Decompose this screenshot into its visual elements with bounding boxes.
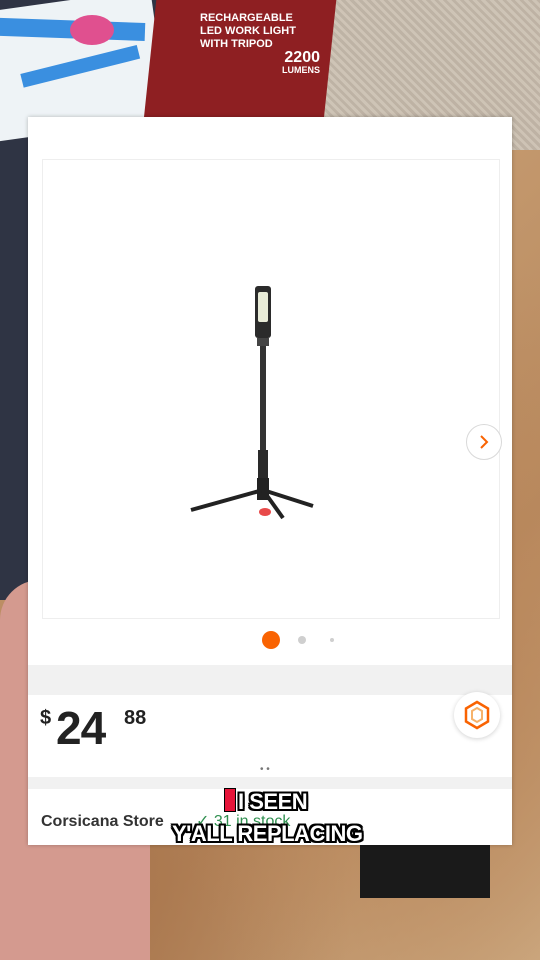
pink-object — [70, 15, 114, 45]
hexagon-icon — [464, 700, 490, 730]
poster-stripe — [20, 44, 141, 88]
price-currency: $ — [40, 707, 52, 729]
product-page-screenshot: $ 24 88 • • Corsicana Store ✓ 31 in stoc… — [28, 117, 512, 845]
caption-line-2: Y'ALL REPLACING — [172, 821, 363, 846]
chevron-right-icon — [480, 435, 489, 449]
caption-line-1: I SEEN — [224, 788, 308, 815]
product-image — [190, 286, 314, 520]
carousel-dot-active[interactable] — [262, 631, 280, 649]
box-label-line: RECHARGEABLE — [200, 12, 293, 24]
carousel-dot[interactable] — [330, 638, 334, 642]
product-image-card — [42, 159, 502, 619]
carousel-next-button[interactable] — [466, 424, 502, 460]
compare-button[interactable] — [454, 692, 500, 738]
box-lumens: 2200 — [284, 49, 320, 66]
product-box-text: RECHARGEABLE LED WORK LIGHT WITH TRIPOD … — [200, 12, 320, 77]
caption-text-1: I SEEN — [238, 789, 308, 814]
carousel-indicator — [28, 629, 512, 651]
carousel-dot[interactable] — [298, 636, 306, 644]
caption-highlight — [224, 788, 236, 812]
section-divider — [28, 665, 512, 695]
price-cents: 88 — [124, 707, 147, 729]
more-indicator: • • — [260, 764, 270, 775]
store-name[interactable]: Corsicana Store — [41, 813, 164, 831]
second-box — [360, 840, 490, 898]
box-lumens-unit: LUMENS — [282, 65, 320, 75]
box-label-line: LED WORK LIGHT — [200, 25, 296, 37]
price-dollars: 24 — [56, 702, 106, 754]
